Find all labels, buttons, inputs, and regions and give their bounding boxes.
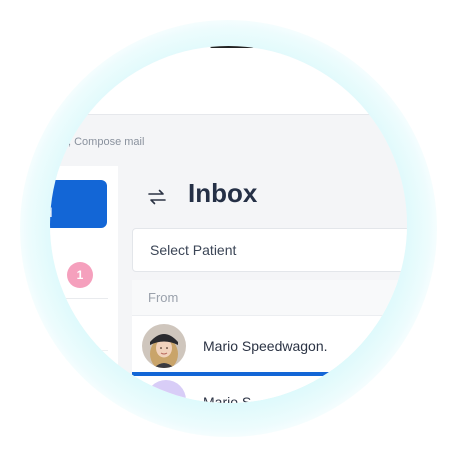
sender-name: Mario Speedwagon. xyxy=(203,338,328,354)
sender-name: Mario S xyxy=(203,394,252,403)
avatar xyxy=(142,324,186,368)
sidebar-divider xyxy=(50,350,108,351)
sidebar-divider xyxy=(50,298,108,299)
compose-mail-button[interactable]: ail xyxy=(50,180,107,228)
refresh-arrows-icon[interactable] xyxy=(146,186,168,208)
page-title: Inbox xyxy=(188,178,258,208)
top-bar-mark xyxy=(210,46,254,48)
breadcrumb[interactable]: , Compose mail xyxy=(68,136,144,148)
unread-count-badge: 1 xyxy=(67,262,93,288)
top-bar xyxy=(50,46,407,114)
compose-mail-label: ail xyxy=(50,204,53,220)
top-bar-divider xyxy=(50,114,407,115)
from-column-header: From xyxy=(148,290,179,305)
zoom-lens: , Compose mail ail 1 Inbox Select Patien… xyxy=(50,46,407,403)
select-patient-dropdown[interactable]: Select Patient xyxy=(132,228,407,272)
